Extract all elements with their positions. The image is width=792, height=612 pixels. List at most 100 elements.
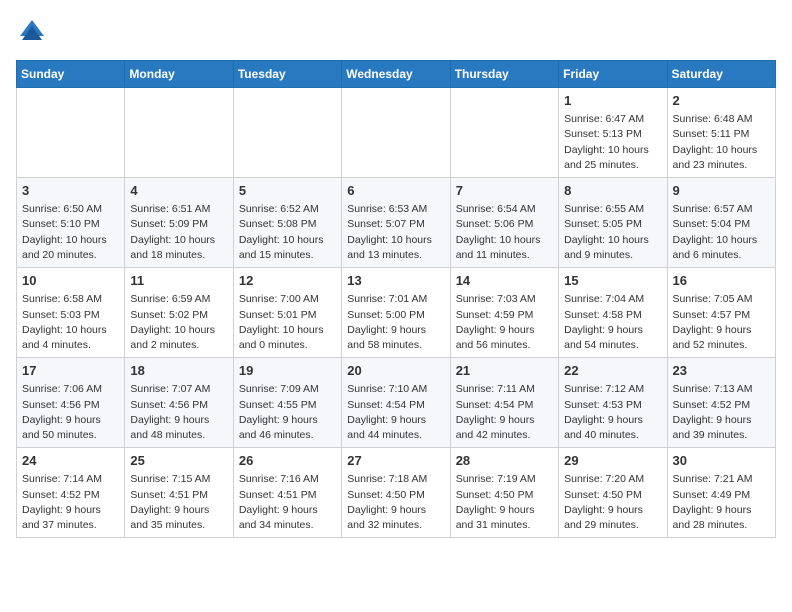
calendar-day-3: 3 Sunrise: 6:50 AMSunset: 5:10 PMDaylight… — [17, 178, 125, 268]
day-number: 14 — [456, 272, 553, 290]
day-info: Sunrise: 6:47 AMSunset: 5:13 PMDaylight:… — [564, 112, 661, 173]
day-info: Sunrise: 7:21 AMSunset: 4:49 PMDaylight:… — [673, 472, 770, 533]
calendar-day-15: 15 Sunrise: 7:04 AMSunset: 4:58 PMDayligh… — [559, 268, 667, 358]
day-info: Sunrise: 7:13 AMSunset: 4:52 PMDaylight:… — [673, 382, 770, 443]
day-info: Sunrise: 6:54 AMSunset: 5:06 PMDaylight:… — [456, 202, 553, 263]
day-info: Sunrise: 7:09 AMSunset: 4:55 PMDaylight:… — [239, 382, 336, 443]
calendar-day-13: 13Sunrise: 7:01 AMSunset: 5:00 PMDayligh… — [342, 268, 450, 358]
day-info: Sunrise: 6:50 AMSunset: 5:10 PMDaylight:… — [22, 202, 119, 263]
calendar-day-1: 1 Sunrise: 6:47 AMSunset: 5:13 PMDaylight… — [559, 88, 667, 178]
calendar-header-row: SundayMondayTuesdayWednesdayThursdayFrid… — [17, 61, 776, 88]
day-number: 12 — [239, 272, 336, 290]
day-info: Sunrise: 7:18 AMSunset: 4:50 PMDaylight:… — [347, 472, 444, 533]
calendar-day-23: 23 Sunrise: 7:13 AMSunset: 4:52 PMDayligh… — [667, 358, 775, 448]
day-info: Sunrise: 7:15 AMSunset: 4:51 PMDaylight:… — [130, 472, 227, 533]
calendar-day-17: 17 Sunrise: 7:06 AMSunset: 4:56 PMDayligh… — [17, 358, 125, 448]
calendar-day-7: 7 Sunrise: 6:54 AMSunset: 5:06 PMDaylight… — [450, 178, 558, 268]
calendar-day-18: 18 Sunrise: 7:07 AMSunset: 4:56 PMDayligh… — [125, 358, 233, 448]
day-info: Sunrise: 7:01 AMSunset: 5:00 PMDaylight:… — [347, 292, 444, 353]
day-number: 7 — [456, 182, 553, 200]
logo — [16, 16, 52, 48]
calendar-day-4: 4Sunrise: 6:51 AMSunset: 5:09 PMDaylight… — [125, 178, 233, 268]
calendar-day-6: 6 Sunrise: 6:53 AMSunset: 5:07 PMDaylight… — [342, 178, 450, 268]
day-info: Sunrise: 7:11 AMSunset: 4:54 PMDaylight:… — [456, 382, 553, 443]
day-info: Sunrise: 7:03 AMSunset: 4:59 PMDaylight:… — [456, 292, 553, 353]
day-info: Sunrise: 6:57 AMSunset: 5:04 PMDaylight:… — [673, 202, 770, 263]
calendar-day-2: 2 Sunrise: 6:48 AMSunset: 5:11 PMDaylight… — [667, 88, 775, 178]
day-number: 2 — [673, 92, 770, 110]
calendar-day-20: 20 Sunrise: 7:10 AMSunset: 4:54 PMDayligh… — [342, 358, 450, 448]
day-info: Sunrise: 7:06 AMSunset: 4:56 PMDaylight:… — [22, 382, 119, 443]
calendar-day-29: 29 Sunrise: 7:20 AMSunset: 4:50 PMDayligh… — [559, 448, 667, 538]
day-info: Sunrise: 6:52 AMSunset: 5:08 PMDaylight:… — [239, 202, 336, 263]
day-info: Sunrise: 7:04 AMSunset: 4:58 PMDaylight:… — [564, 292, 661, 353]
day-header-saturday: Saturday — [667, 61, 775, 88]
calendar-day-16: 16 Sunrise: 7:05 AMSunset: 4:57 PMDayligh… — [667, 268, 775, 358]
calendar-day-11: 11 Sunrise: 6:59 AMSunset: 5:02 PMDayligh… — [125, 268, 233, 358]
day-number: 21 — [456, 362, 553, 380]
day-info: Sunrise: 7:14 AMSunset: 4:52 PMDaylight:… — [22, 472, 119, 533]
day-info: Sunrise: 7:10 AMSunset: 4:54 PMDaylight:… — [347, 382, 444, 443]
day-number: 18 — [130, 362, 227, 380]
calendar-day-19: 19 Sunrise: 7:09 AMSunset: 4:55 PMDayligh… — [233, 358, 341, 448]
day-number: 17 — [22, 362, 119, 380]
day-info: Sunrise: 7:05 AMSunset: 4:57 PMDaylight:… — [673, 292, 770, 353]
day-info: Sunrise: 6:53 AMSunset: 5:07 PMDaylight:… — [347, 202, 444, 263]
calendar-table: SundayMondayTuesdayWednesdayThursdayFrid… — [16, 60, 776, 538]
day-number: 25 — [130, 452, 227, 470]
day-info: Sunrise: 7:07 AMSunset: 4:56 PMDaylight:… — [130, 382, 227, 443]
day-number: 20 — [347, 362, 444, 380]
calendar-day-9: 9Sunrise: 6:57 AMSunset: 5:04 PMDaylight… — [667, 178, 775, 268]
calendar-day-8: 8 Sunrise: 6:55 AMSunset: 5:05 PMDaylight… — [559, 178, 667, 268]
calendar-week-row: 24Sunrise: 7:14 AMSunset: 4:52 PMDayligh… — [17, 448, 776, 538]
calendar-week-row: 3 Sunrise: 6:50 AMSunset: 5:10 PMDaylight… — [17, 178, 776, 268]
day-number: 30 — [673, 452, 770, 470]
day-number: 10 — [22, 272, 119, 290]
calendar-day-21: 21 Sunrise: 7:11 AMSunset: 4:54 PMDayligh… — [450, 358, 558, 448]
day-info: Sunrise: 7:16 AMSunset: 4:51 PMDaylight:… — [239, 472, 336, 533]
day-number: 22 — [564, 362, 661, 380]
day-number: 15 — [564, 272, 661, 290]
day-number: 28 — [456, 452, 553, 470]
day-number: 16 — [673, 272, 770, 290]
calendar-week-row: 10 Sunrise: 6:58 AMSunset: 5:03 PMDayligh… — [17, 268, 776, 358]
calendar-day-28: 28 Sunrise: 7:19 AMSunset: 4:50 PMDayligh… — [450, 448, 558, 538]
day-number: 11 — [130, 272, 227, 290]
calendar-day-22: 22 Sunrise: 7:12 AMSunset: 4:53 PMDayligh… — [559, 358, 667, 448]
empty-day — [17, 88, 125, 178]
calendar-day-5: 5Sunrise: 6:52 AMSunset: 5:08 PMDaylight… — [233, 178, 341, 268]
day-number: 19 — [239, 362, 336, 380]
day-header-friday: Friday — [559, 61, 667, 88]
calendar-day-25: 25 Sunrise: 7:15 AMSunset: 4:51 PMDayligh… — [125, 448, 233, 538]
day-header-thursday: Thursday — [450, 61, 558, 88]
day-info: Sunrise: 7:12 AMSunset: 4:53 PMDaylight:… — [564, 382, 661, 443]
day-info: Sunrise: 7:20 AMSunset: 4:50 PMDaylight:… — [564, 472, 661, 533]
logo-icon — [16, 16, 48, 48]
day-info: Sunrise: 6:48 AMSunset: 5:11 PMDaylight:… — [673, 112, 770, 173]
empty-day — [342, 88, 450, 178]
day-number: 8 — [564, 182, 661, 200]
day-number: 1 — [564, 92, 661, 110]
day-number: 26 — [239, 452, 336, 470]
day-info: Sunrise: 7:19 AMSunset: 4:50 PMDaylight:… — [456, 472, 553, 533]
day-number: 6 — [347, 182, 444, 200]
day-number: 3 — [22, 182, 119, 200]
calendar-day-14: 14 Sunrise: 7:03 AMSunset: 4:59 PMDayligh… — [450, 268, 558, 358]
day-header-tuesday: Tuesday — [233, 61, 341, 88]
calendar-day-10: 10 Sunrise: 6:58 AMSunset: 5:03 PMDayligh… — [17, 268, 125, 358]
calendar-day-27: 27Sunrise: 7:18 AMSunset: 4:50 PMDayligh… — [342, 448, 450, 538]
day-info: Sunrise: 6:58 AMSunset: 5:03 PMDaylight:… — [22, 292, 119, 353]
calendar-week-row: 17 Sunrise: 7:06 AMSunset: 4:56 PMDayligh… — [17, 358, 776, 448]
day-number: 29 — [564, 452, 661, 470]
empty-day — [450, 88, 558, 178]
day-info: Sunrise: 6:55 AMSunset: 5:05 PMDaylight:… — [564, 202, 661, 263]
day-header-sunday: Sunday — [17, 61, 125, 88]
day-header-monday: Monday — [125, 61, 233, 88]
calendar-day-12: 12 Sunrise: 7:00 AMSunset: 5:01 PMDayligh… — [233, 268, 341, 358]
empty-day — [125, 88, 233, 178]
day-info: Sunrise: 6:59 AMSunset: 5:02 PMDaylight:… — [130, 292, 227, 353]
day-number: 23 — [673, 362, 770, 380]
day-number: 4 — [130, 182, 227, 200]
page-header — [16, 16, 776, 48]
day-info: Sunrise: 7:00 AMSunset: 5:01 PMDaylight:… — [239, 292, 336, 353]
